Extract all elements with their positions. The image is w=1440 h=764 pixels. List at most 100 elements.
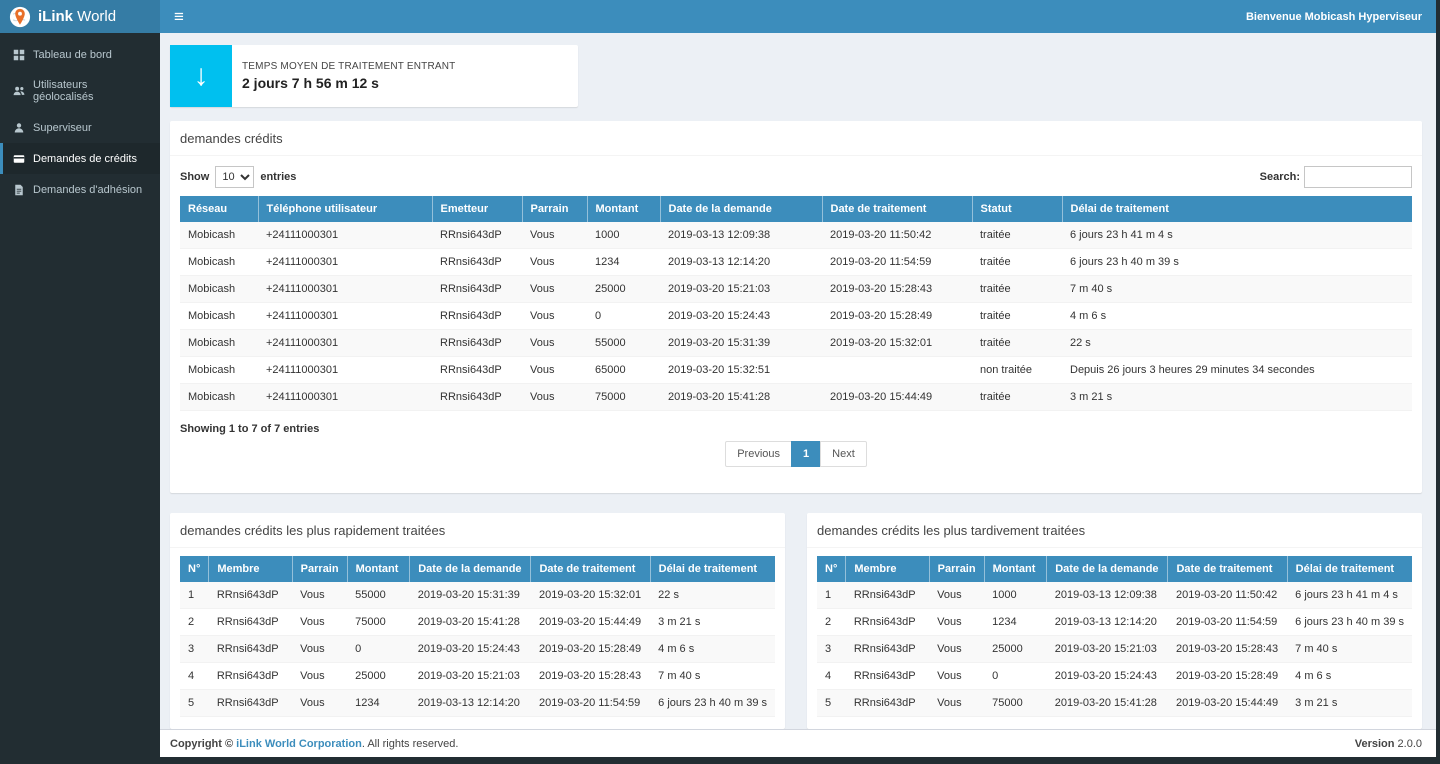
table-cell: RRnsi643dP: [432, 330, 522, 357]
table-cell: 2019-03-20 15:41:28: [410, 609, 531, 636]
pagination-previous-button[interactable]: Previous: [725, 441, 792, 467]
show-label: Show: [180, 171, 209, 183]
column-header[interactable]: N°: [817, 556, 846, 582]
fastest-table-body: 1RRnsi643dPVous550002019-03-20 15:31:392…: [180, 582, 775, 717]
sidebar-item-utilisateurs-geolocalises[interactable]: Utilisateurs géolocalisés: [0, 70, 160, 112]
table-cell: 3 m 21 s: [1062, 384, 1412, 411]
table-row: 5RRnsi643dPVous750002019-03-20 15:41:282…: [817, 690, 1412, 717]
column-header[interactable]: Montant: [587, 196, 660, 222]
table-cell: 2019-03-20 15:28:43: [822, 276, 972, 303]
table-cell: RRnsi643dP: [209, 609, 292, 636]
version-label: Version: [1355, 738, 1395, 750]
sidebar-item-label: Demandes de crédits: [33, 153, 137, 165]
table-cell: 7 m 40 s: [650, 663, 775, 690]
table-cell: 4: [180, 663, 209, 690]
slowest-credits-panel: demandes crédits les plus tardivement tr…: [807, 513, 1422, 729]
column-header[interactable]: Parrain: [929, 556, 984, 582]
table-cell: 2019-03-20 15:32:01: [822, 330, 972, 357]
column-header[interactable]: Délai de traitement: [1287, 556, 1412, 582]
table-row: Mobicash+24111000301RRnsi643dPVous750002…: [180, 384, 1412, 411]
ilink-corporation-link[interactable]: iLink World Corporation: [236, 738, 362, 750]
column-header[interactable]: N°: [180, 556, 209, 582]
sidebar-item-demandes-adhesion[interactable]: Demandes d'adhésion: [0, 174, 160, 205]
down-arrow-icon: ↓: [170, 45, 232, 107]
column-header[interactable]: Date de traitement: [822, 196, 972, 222]
table-cell: 2019-03-20 15:24:43: [410, 636, 531, 663]
table-cell: 5: [817, 690, 846, 717]
table-cell: Mobicash: [180, 222, 258, 249]
sidebar-toggle-button[interactable]: ≡: [160, 0, 198, 33]
brand-link[interactable]: iLink World: [0, 0, 160, 33]
table-cell: 4 m 6 s: [1287, 663, 1412, 690]
credit-card-icon: [12, 152, 25, 165]
table-cell: 2019-03-20 15:21:03: [1047, 636, 1168, 663]
form-document-icon: [12, 183, 25, 196]
column-header[interactable]: Membre: [209, 556, 292, 582]
column-header[interactable]: Statut: [972, 196, 1062, 222]
table-cell: Vous: [522, 330, 587, 357]
slowest-table-body: 1RRnsi643dPVous10002019-03-13 12:09:3820…: [817, 582, 1412, 717]
sidebar-item-tableau-de-bord[interactable]: Tableau de bord: [0, 39, 160, 70]
table-cell: 0: [984, 663, 1047, 690]
search-input[interactable]: [1304, 166, 1412, 188]
table-cell: 6 jours 23 h 40 m 39 s: [650, 690, 775, 717]
table-cell: Vous: [929, 609, 984, 636]
table-cell: 2019-03-20 11:54:59: [531, 690, 650, 717]
pagination-page-1-button[interactable]: 1: [791, 441, 821, 467]
column-header[interactable]: Date de traitement: [531, 556, 650, 582]
column-header[interactable]: Montant: [984, 556, 1047, 582]
table-cell: 2019-03-20 15:41:28: [1047, 690, 1168, 717]
column-header[interactable]: Membre: [846, 556, 929, 582]
table-row: 3RRnsi643dPVous250002019-03-20 15:21:032…: [817, 636, 1412, 663]
table-cell: Vous: [292, 636, 347, 663]
column-header[interactable]: Date de traitement: [1168, 556, 1287, 582]
table-cell: 3: [817, 636, 846, 663]
column-header[interactable]: Délai de traitement: [1062, 196, 1412, 222]
table-cell: 1000: [984, 582, 1047, 609]
column-header[interactable]: Date de la demande: [660, 196, 822, 222]
sidebar-item-superviseur[interactable]: Superviseur: [0, 112, 160, 143]
table-cell: 1000: [587, 222, 660, 249]
user-icon: [12, 121, 25, 134]
column-header[interactable]: Date de la demande: [1047, 556, 1168, 582]
table-cell: 6 jours 23 h 40 m 39 s: [1062, 249, 1412, 276]
column-header[interactable]: Téléphone utilisateur: [258, 196, 432, 222]
table-row: Mobicash+24111000301RRnsi643dPVous650002…: [180, 357, 1412, 384]
column-header[interactable]: Emetteur: [432, 196, 522, 222]
dashboard-icon: [12, 48, 25, 61]
app-page: iLink World ≡ Bienvenue Mobicash Hypervi…: [0, 0, 1436, 757]
pagination-next-button[interactable]: Next: [820, 441, 867, 467]
table-cell: 55000: [347, 582, 410, 609]
sidebar-item-demandes-de-credits[interactable]: Demandes de crédits: [0, 143, 160, 174]
column-header[interactable]: Parrain: [522, 196, 587, 222]
table-cell: +24111000301: [258, 249, 432, 276]
table-cell: Vous: [522, 222, 587, 249]
sidebar-item-label: Superviseur: [33, 122, 92, 134]
table-row: 1RRnsi643dPVous550002019-03-20 15:31:392…: [180, 582, 775, 609]
column-header[interactable]: Montant: [347, 556, 410, 582]
table-cell: Vous: [292, 582, 347, 609]
slowest-credits-table: N°MembreParrainMontantDate de la demande…: [817, 556, 1412, 717]
table-cell: RRnsi643dP: [846, 690, 929, 717]
copyright-text: Copyright © iLink World Corporation. All…: [170, 738, 458, 750]
slowest-panel-title: demandes crédits les plus tardivement tr…: [807, 513, 1422, 548]
table-cell: Vous: [522, 384, 587, 411]
brand-bold: iLink: [38, 8, 73, 25]
hamburger-icon: ≡: [174, 7, 184, 27]
app-logo-globe-pin-icon: [9, 6, 31, 28]
column-header[interactable]: Date de la demande: [410, 556, 531, 582]
table-search-control: Search:: [1260, 166, 1412, 188]
column-header[interactable]: Délai de traitement: [650, 556, 775, 582]
table-cell: 2: [817, 609, 846, 636]
sidebar-item-label: Demandes d'adhésion: [33, 184, 142, 196]
table-cell: Vous: [292, 663, 347, 690]
table-cell: Mobicash: [180, 330, 258, 357]
table-cell: +24111000301: [258, 276, 432, 303]
table-cell: traitée: [972, 303, 1062, 330]
page-length-select[interactable]: 10: [215, 166, 254, 188]
column-header[interactable]: Parrain: [292, 556, 347, 582]
table-row: 5RRnsi643dPVous12342019-03-13 12:14:2020…: [180, 690, 775, 717]
column-header[interactable]: Réseau: [180, 196, 258, 222]
table-cell: Vous: [292, 609, 347, 636]
table-cell: +24111000301: [258, 384, 432, 411]
